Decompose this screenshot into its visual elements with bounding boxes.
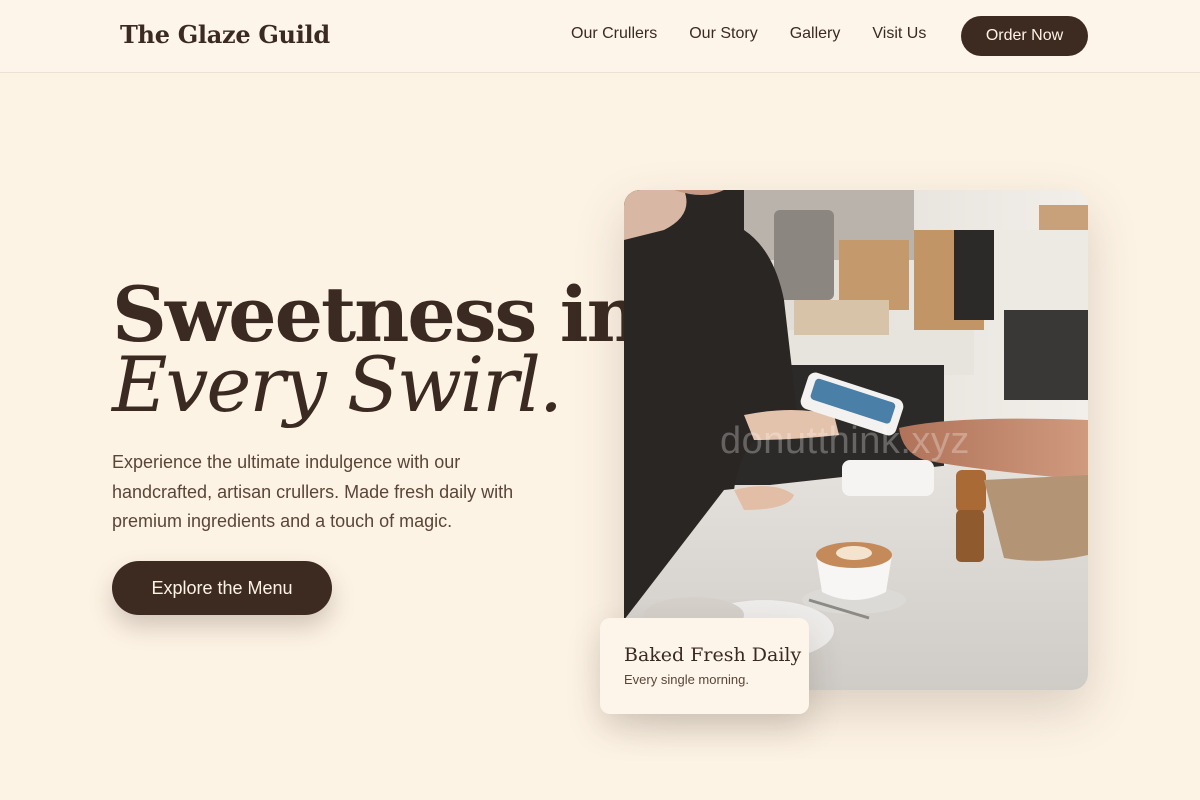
- card-subtitle: Every single morning.: [624, 672, 749, 687]
- explore-menu-button[interactable]: Explore the Menu: [112, 561, 332, 615]
- nav-link-our-crullers[interactable]: Our Crullers: [571, 25, 657, 43]
- hero-title: Sweetness in Every Swirl.: [112, 277, 642, 429]
- nav-link-visit-us[interactable]: Visit Us: [872, 25, 926, 43]
- main-nav: Our Crullers Our Story Gallery Visit Us: [571, 25, 926, 43]
- image-watermark: donutthink.xyz: [720, 420, 970, 462]
- hero-description: Experience the ultimate indulgence with …: [112, 452, 514, 531]
- nav-link-gallery[interactable]: Gallery: [790, 25, 841, 43]
- hero-title-line2: Every Swirl.: [112, 340, 563, 429]
- site-header: The Glaze Guild Our Crullers Our Story G…: [0, 0, 1200, 73]
- card-title: Baked Fresh Daily: [624, 644, 802, 666]
- baked-fresh-card: Baked Fresh Daily Every single morning.: [600, 618, 809, 714]
- nav-link-our-story[interactable]: Our Story: [689, 25, 757, 43]
- order-now-button[interactable]: Order Now: [961, 16, 1088, 56]
- brand-logo[interactable]: The Glaze Guild: [120, 20, 330, 49]
